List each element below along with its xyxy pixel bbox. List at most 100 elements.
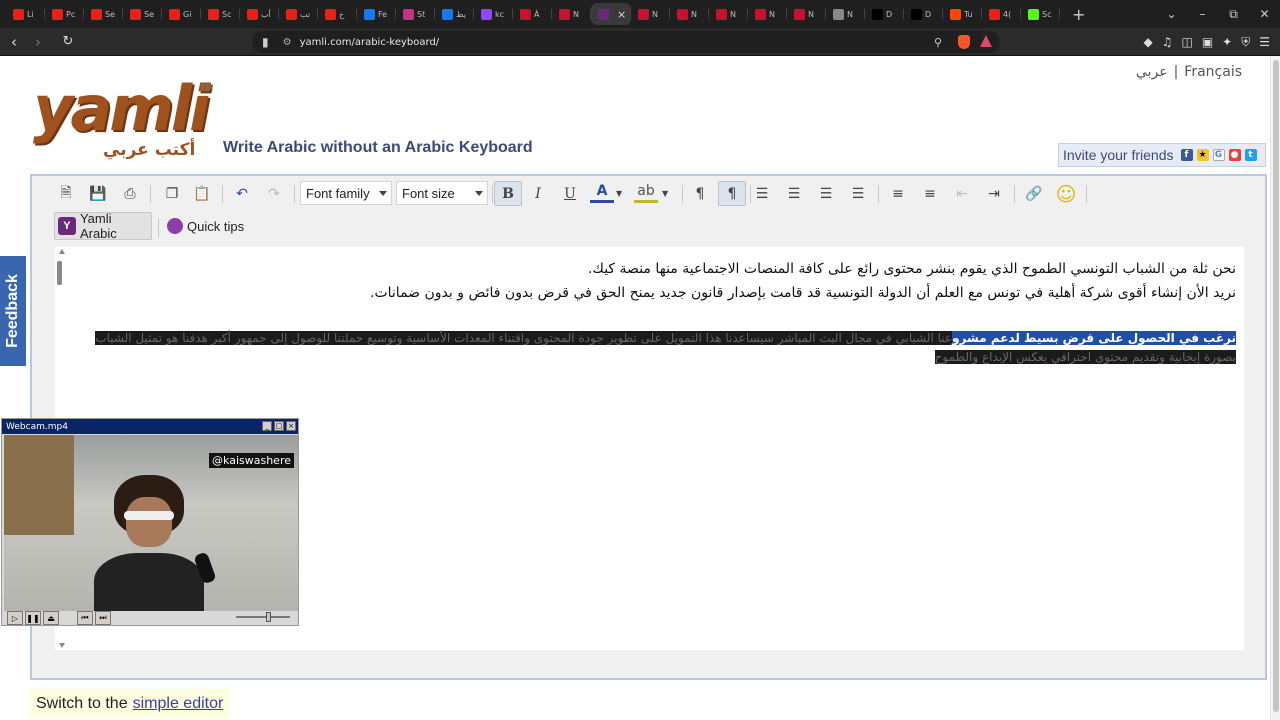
browser-tab[interactable]: D (904, 3, 943, 25)
previous-icon[interactable]: ⏮ (77, 611, 93, 625)
smiley-icon[interactable]: ☺ (1054, 181, 1078, 206)
pause-icon[interactable]: ❚❚ (25, 611, 41, 625)
scroll-up-arrow-icon[interactable] (59, 249, 65, 254)
outdent-icon[interactable]: ⇤ (950, 181, 974, 206)
browser-tab[interactable]: Tu (943, 3, 982, 25)
brave-shields-icon[interactable] (958, 35, 970, 49)
webcam-title-bar[interactable]: Webcam.mp4 _ □ × (2, 419, 298, 434)
browser-tab[interactable]: تب (279, 3, 318, 25)
browser-tab[interactable]: خ (318, 3, 357, 25)
rtl-direction-icon[interactable]: ¶ (718, 181, 746, 206)
indent-icon[interactable]: ⇥ (982, 181, 1006, 206)
twitter-icon[interactable]: t (1244, 149, 1257, 161)
browser-tab[interactable]: Li (6, 3, 45, 25)
align-justify-icon[interactable]: ☰ (846, 181, 870, 206)
browser-tab[interactable]: N (709, 3, 748, 25)
quick-tips-button[interactable]: Quick tips (167, 212, 244, 240)
align-right-icon[interactable]: ☰ (814, 181, 838, 206)
facebook-icon[interactable]: f (1180, 149, 1193, 161)
vpn-icon[interactable]: ⛨ (1241, 35, 1250, 50)
new-document-icon[interactable]: 🗎 (54, 181, 78, 206)
forward-button[interactable]: › (28, 33, 48, 51)
browser-tab[interactable]: 4( (982, 3, 1021, 25)
bold-button[interactable]: B (494, 181, 522, 206)
browser-tab[interactable]: × (591, 3, 631, 25)
font-family-select[interactable]: Font family (300, 181, 392, 205)
site-info-icon[interactable]: ⚙ (283, 37, 292, 48)
highlight-color-icon[interactable]: ab (634, 181, 658, 203)
browser-tab[interactable]: N (631, 3, 670, 25)
volume-slider[interactable] (236, 612, 290, 622)
invite-friends-box[interactable]: Invite your friends f ★ G ● t (1058, 143, 1266, 167)
new-tab-button[interactable]: + (1072, 5, 1085, 24)
tab-search-icon[interactable]: ⌄ (1156, 7, 1187, 21)
close-tab-icon[interactable]: × (617, 8, 626, 21)
bookmark-icon[interactable]: ▮ (262, 35, 269, 49)
arabic-link[interactable]: عربي (1136, 64, 1168, 80)
browser-tab[interactable]: N (670, 3, 709, 25)
browser-tab[interactable]: أب (240, 3, 279, 25)
extensions-icon[interactable]: ◆ (1143, 35, 1152, 49)
highlight-dropdown-icon[interactable]: ▼ (662, 181, 668, 206)
share-icon[interactable]: ● (1228, 149, 1241, 161)
next-icon[interactable]: ⏭ (95, 611, 111, 625)
browser-tab[interactable]: À (513, 3, 552, 25)
underline-button[interactable]: U (558, 181, 582, 206)
numbered-list-icon[interactable]: ≡ (918, 181, 942, 206)
media-icon[interactable]: ♫ (1162, 35, 1173, 49)
eject-icon[interactable]: ⏏ (43, 611, 59, 625)
scroll-down-arrow-icon[interactable] (59, 643, 65, 648)
browser-tab[interactable]: N (552, 3, 591, 25)
close-window-button[interactable]: ✕ (1249, 7, 1280, 21)
browser-tab[interactable]: Pc (45, 3, 84, 25)
save-icon[interactable]: 💾 (86, 181, 110, 206)
italic-button[interactable]: I (526, 181, 550, 206)
browser-tab[interactable]: St (396, 3, 435, 25)
zoom-icon[interactable]: ⚲ (934, 36, 942, 49)
reload-button[interactable]: ↻ (58, 34, 78, 49)
undo-icon[interactable]: ↶ (230, 181, 254, 206)
browser-tab[interactable]: Sc (1021, 3, 1060, 25)
browser-tab[interactable]: Fe (357, 3, 396, 25)
paste-icon[interactable]: 📋 (190, 181, 214, 206)
minimize-button[interactable]: – (1187, 7, 1218, 21)
editor-scrollbar-thumb[interactable] (57, 261, 62, 285)
browser-tab[interactable]: N (748, 3, 787, 25)
webcam-minimize-button[interactable]: _ (262, 421, 272, 431)
yamli-arabic-button[interactable]: Y Yamli Arabic (54, 211, 152, 241)
bullet-list-icon[interactable]: ≡ (886, 181, 910, 206)
align-left-icon[interactable]: ☰ (750, 181, 774, 206)
browser-tab[interactable]: Sc (201, 3, 240, 25)
url-field[interactable]: ▮ ⚙ yamli.com/arabic-keyboard/ ⚲ (252, 31, 1000, 53)
maximize-button[interactable]: ⧉ (1218, 7, 1249, 22)
browser-tab[interactable]: kc (474, 3, 513, 25)
ltr-direction-icon[interactable]: ¶ (688, 181, 712, 206)
font-size-select[interactable]: Font size (396, 181, 488, 205)
browser-tab[interactable]: Se (84, 3, 123, 25)
webcam-maximize-button[interactable]: □ (274, 421, 284, 431)
browser-tab[interactable]: Gi (162, 3, 201, 25)
back-button[interactable]: ‹ (4, 33, 24, 51)
yamli-logo[interactable]: yamli TM أكتب عربي (33, 78, 213, 164)
browser-tab[interactable]: N (826, 3, 865, 25)
simple-editor-link[interactable]: simple editor (133, 695, 224, 713)
print-icon[interactable]: ⎙ (118, 181, 142, 206)
ai-icon[interactable]: ✦ (1222, 35, 1232, 49)
browser-tab[interactable]: يط (435, 3, 474, 25)
star-icon[interactable]: ★ (1196, 149, 1209, 161)
font-color-button[interactable]: A (590, 181, 614, 203)
wallet-icon[interactable]: ▣ (1202, 35, 1213, 49)
menu-icon[interactable]: ☰ (1259, 35, 1270, 49)
align-center-icon[interactable]: ☰ (782, 181, 806, 206)
sidebar-icon[interactable]: ◫ (1181, 35, 1192, 49)
redo-icon[interactable]: ↷ (262, 181, 286, 206)
play-icon[interactable]: ▷ (7, 611, 23, 625)
brave-rewards-icon[interactable] (980, 35, 992, 47)
page-scrollbar-thumb[interactable] (1273, 60, 1279, 712)
browser-tab[interactable]: D (865, 3, 904, 25)
webcam-close-button[interactable]: × (286, 421, 296, 431)
page-scrollbar[interactable] (1270, 56, 1280, 720)
font-color-dropdown-icon[interactable]: ▼ (616, 181, 622, 206)
link-icon[interactable]: 🔗 (1022, 181, 1046, 206)
browser-tab[interactable]: Se (123, 3, 162, 25)
